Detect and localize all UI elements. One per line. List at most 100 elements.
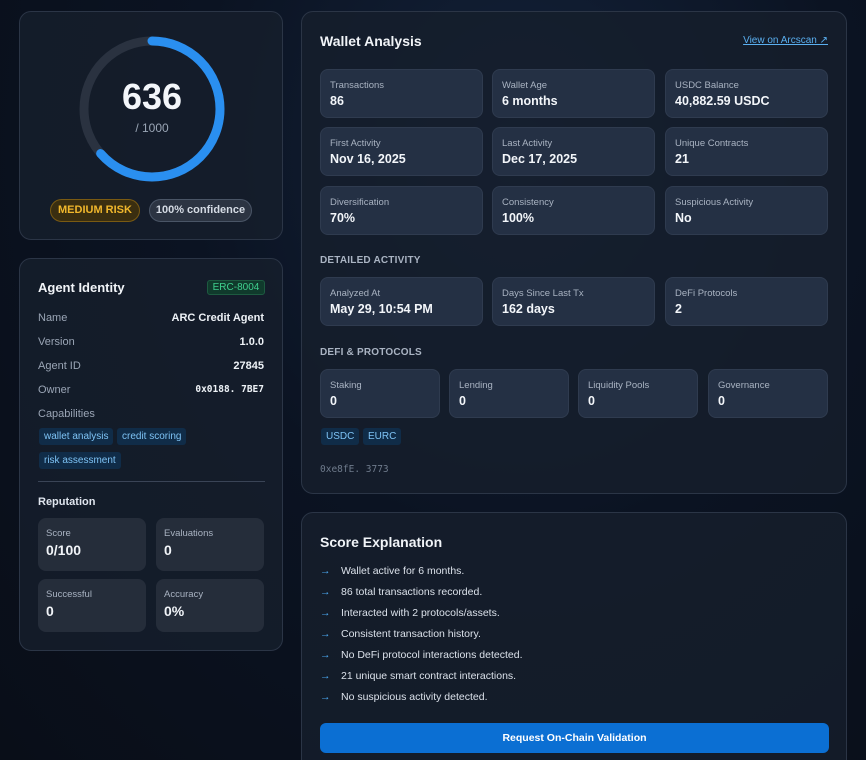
- defi-value: 0: [330, 394, 337, 408]
- score-value: 636: [121, 76, 183, 117]
- arrow-right-icon: →: [320, 670, 331, 682]
- version-label: Version: [38, 336, 75, 348]
- explanation-item: → 21 unique smart contract interactions.: [320, 670, 516, 684]
- defi-value: 0: [718, 394, 725, 408]
- defi-label: Lending: [459, 380, 493, 391]
- wallet-analysis-title: Wallet Analysis: [320, 33, 422, 49]
- agent-id-value: 27845: [233, 360, 264, 372]
- capabilities-label: Capabilities: [38, 408, 95, 420]
- stat-label: Last Activity: [502, 138, 553, 149]
- reputation-score-tile: Score 0/100: [38, 518, 146, 571]
- explanation-text: 21 unique smart contract interactions.: [341, 670, 517, 682]
- defi-value: 0: [588, 394, 595, 408]
- stat-wallet-age: Wallet Age 6 months: [492, 69, 655, 118]
- stat-value: 40,882.59 USDC: [675, 94, 770, 108]
- reputation-title: Reputation: [38, 496, 96, 508]
- score-card: 636 / 1000 MEDIUM RISK 100% confidence: [19, 11, 283, 240]
- explanation-text: Interacted with 2 protocols/assets.: [341, 607, 500, 619]
- stat-diversification: Diversification 70%: [320, 186, 483, 235]
- version-value: 1.0.0: [239, 336, 264, 348]
- tile-label: Score: [46, 528, 71, 539]
- defi-label: Staking: [330, 380, 362, 391]
- defi-label: Liquidity Pools: [588, 380, 650, 391]
- defi-liquidity-pools: Liquidity Pools 0: [578, 369, 698, 418]
- explanation-text: Wallet active for 6 months.: [341, 565, 465, 577]
- defi-label: Governance: [718, 380, 770, 391]
- request-on-chain-validation-button[interactable]: Request On-Chain Validation: [320, 723, 829, 753]
- stat-value: 162 days: [502, 302, 555, 316]
- explanation-text: No suspicious activity detected.: [341, 691, 488, 703]
- arrow-right-icon: →: [320, 649, 331, 661]
- detailed-activity-heading: DETAILED ACTIVITY: [320, 255, 421, 266]
- stat-label: Consistency: [502, 197, 554, 208]
- reputation-evaluations-tile: Evaluations 0: [156, 518, 264, 571]
- stat-value: 21: [675, 152, 689, 166]
- risk-badge: MEDIUM RISK: [50, 199, 140, 222]
- stat-transactions: Transactions 86: [320, 69, 483, 118]
- arrow-right-icon: →: [320, 565, 331, 577]
- wallet-analysis-card: Wallet Analysis View on Arcscan ↗ Transa…: [301, 11, 847, 494]
- stat-label: Wallet Age: [502, 80, 548, 91]
- score-explanation-title: Score Explanation: [320, 534, 443, 550]
- explanation-item: → Consistent transaction history.: [320, 628, 481, 642]
- tile-value: 0: [164, 542, 172, 558]
- capability-tag: credit scoring: [117, 428, 187, 445]
- agent-identity-card: Agent Identity ERC-8004 Name ARC Credit …: [19, 258, 283, 651]
- stat-label: Transactions: [330, 80, 385, 91]
- capability-tag: wallet analysis: [39, 428, 114, 445]
- stat-value: 86: [330, 94, 344, 108]
- stat-value: Dec 17, 2025: [502, 152, 578, 166]
- stat-label: DeFi Protocols: [675, 288, 738, 299]
- stat-unique-contracts: Unique Contracts 21: [665, 127, 828, 176]
- asset-tag-usdc: USDC: [321, 428, 360, 445]
- divider: [38, 481, 265, 482]
- stat-value: May 29, 10:54 PM: [330, 302, 433, 316]
- stat-days-since-last-tx: Days Since Last Tx 162 days: [492, 277, 655, 326]
- defi-staking: Staking 0: [320, 369, 440, 418]
- stat-value: No: [675, 211, 692, 225]
- stat-label: First Activity: [330, 138, 381, 149]
- stat-value: Nov 16, 2025: [330, 152, 406, 166]
- defi-value: 0: [459, 394, 466, 408]
- owner-value: 0x0188. 7BE7: [195, 384, 264, 395]
- agent-id-label: Agent ID: [38, 360, 81, 372]
- view-on-arcscan-link[interactable]: View on Arcscan ↗: [743, 35, 828, 46]
- defi-protocols-heading: DEFI & PROTOCOLS: [320, 347, 422, 358]
- explanation-text: 86 total transactions recorded.: [341, 586, 483, 598]
- wallet-address: 0xe8fE. 3773: [320, 464, 389, 475]
- stat-defi-protocols: DeFi Protocols 2: [665, 277, 828, 326]
- tile-value: 0: [46, 603, 54, 619]
- name-value: ARC Credit Agent: [171, 312, 264, 324]
- tile-label: Accuracy: [164, 589, 204, 600]
- stat-value: 70%: [330, 211, 356, 225]
- explanation-item: → No DeFi protocol interactions detected.: [320, 649, 523, 663]
- explanation-item: → 86 total transactions recorded.: [320, 586, 482, 600]
- defi-governance: Governance 0: [708, 369, 828, 418]
- explanation-item: → Wallet active for 6 months.: [320, 565, 464, 579]
- arrow-right-icon: →: [320, 691, 331, 703]
- agent-identity-title: Agent Identity: [38, 280, 125, 295]
- arrow-right-icon: →: [320, 586, 331, 598]
- stat-label: Diversification: [330, 197, 390, 208]
- stat-value: 100%: [502, 211, 534, 225]
- defi-lending: Lending 0: [449, 369, 569, 418]
- score-explanation-card: Score Explanation → Wallet active for 6 m…: [301, 512, 847, 760]
- stat-value: 2: [675, 302, 682, 316]
- stat-first-activity: First Activity Nov 16, 2025: [320, 127, 483, 176]
- arrow-right-icon: →: [320, 628, 331, 640]
- name-label: Name: [38, 312, 68, 324]
- explanation-text: Consistent transaction history.: [341, 628, 481, 640]
- capability-tag: risk assessment: [39, 452, 121, 469]
- explanation-item: → Interacted with 2 protocols/assets.: [320, 607, 500, 621]
- stat-label: Days Since Last Tx: [502, 288, 584, 299]
- erc-badge: ERC-8004: [207, 280, 265, 295]
- reputation-successful-tile: Successful 0: [38, 579, 146, 632]
- stat-value: 6 months: [502, 94, 558, 108]
- confidence-badge: 100% confidence: [149, 199, 252, 222]
- tile-label: Successful: [46, 589, 92, 600]
- stat-consistency: Consistency 100%: [492, 186, 655, 235]
- stat-analyzed-at: Analyzed At May 29, 10:54 PM: [320, 277, 483, 326]
- stat-label: Suspicious Activity: [675, 197, 754, 208]
- score-max-label: / 1000: [135, 121, 169, 135]
- stat-last-activity: Last Activity Dec 17, 2025: [492, 127, 655, 176]
